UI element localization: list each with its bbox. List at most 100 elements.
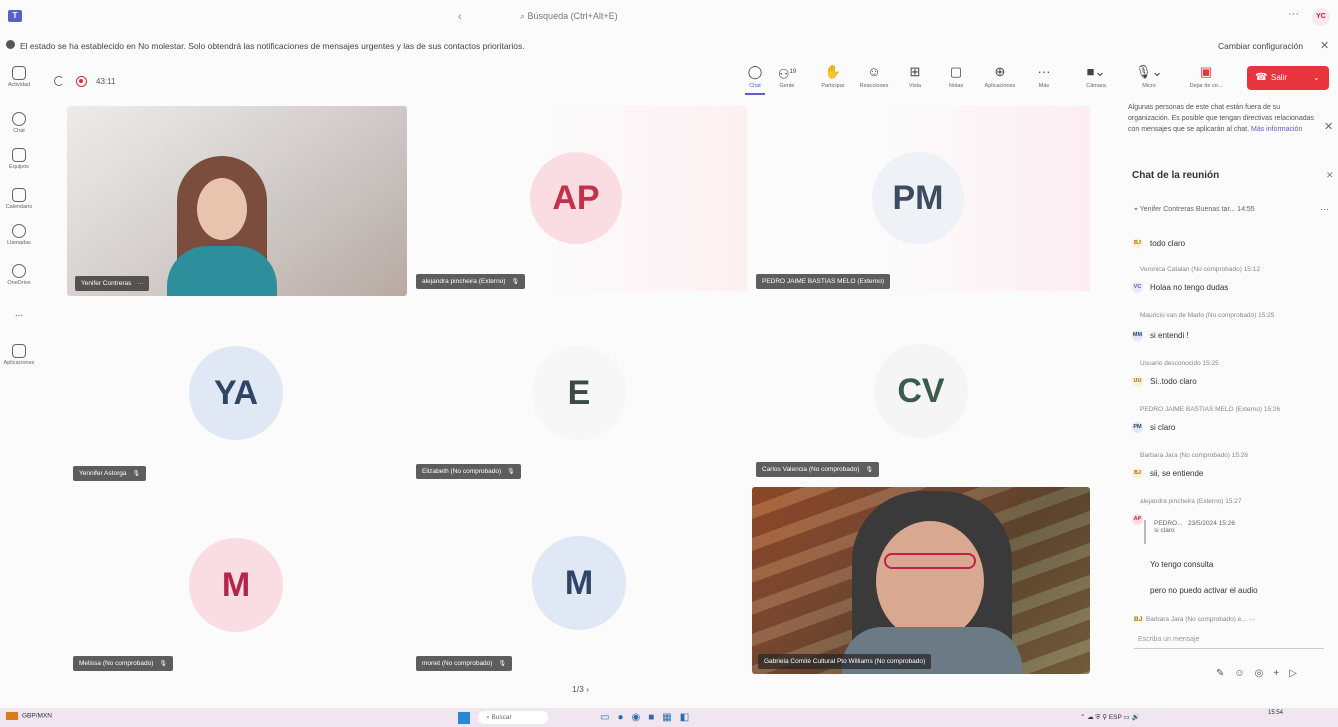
phone-hangup-icon: ☎ xyxy=(1255,72,1268,83)
gallery-pager[interactable]: 1/3 › xyxy=(572,684,589,694)
raise-hand-button[interactable]: ✋ Participar xyxy=(813,64,853,89)
avatar-initials: PM xyxy=(872,152,964,244)
video-tile[interactable]: Gabriela Comité Cultural Pto Williams (N… xyxy=(752,487,1090,674)
sticker-icon[interactable]: ◎ xyxy=(1255,668,1274,679)
message-meta: Barbara Jara (No comprobado) 15:26 xyxy=(1140,452,1249,459)
rail-item-calendar[interactable]: Calendario xyxy=(2,188,36,210)
rail-item-calls[interactable]: Llamadas xyxy=(2,224,36,246)
search-input[interactable]: ⌕ Búsqueda (Ctrl+Alt+E) xyxy=(520,11,618,22)
chat-message[interactable]: Si..todo claro xyxy=(1150,377,1197,386)
more-info-link[interactable]: Más información xyxy=(1251,126,1302,133)
mic-off-icon: 🎙 xyxy=(132,471,141,477)
notes-icon: ▢ xyxy=(949,64,963,79)
emoji-icon: ☺ xyxy=(867,64,881,79)
attach-icon[interactable]: + xyxy=(1273,668,1289,679)
avatar: UU xyxy=(1132,376,1143,387)
add-apps-icon xyxy=(12,344,26,358)
participant-tile[interactable]: CV Carlos Valencia (No comprobado) 🎙 xyxy=(752,298,1090,483)
refresh-icon[interactable] xyxy=(54,76,64,86)
view-button[interactable]: ⊞ Vista xyxy=(895,64,935,89)
stop-sharing-button[interactable]: ▣ Dejar de co... xyxy=(1186,64,1226,89)
rail-item-chat[interactable]: Chat xyxy=(2,112,36,134)
message-meta: PEDRO JAIME BASTIAS MELO (Externo) 15:26 xyxy=(1140,406,1281,413)
rail-item-more[interactable]: ... xyxy=(2,308,36,319)
chat-title: Chat de la reunión xyxy=(1132,170,1220,181)
notes-button[interactable]: ▢ Notas xyxy=(936,64,976,89)
clock[interactable]: 15:54 xyxy=(1268,709,1283,717)
camera-button[interactable]: ■⌄ Cámara xyxy=(1076,64,1116,89)
participant-tile[interactable]: YA Yennifer Astorga 🎙 xyxy=(67,298,407,483)
close-icon[interactable]: ✕ xyxy=(1320,39,1329,52)
reactions-button[interactable]: ☺ Reacciones xyxy=(854,64,894,89)
search-icon: ⌕ xyxy=(520,11,528,21)
share-icon: ▣ xyxy=(1199,64,1213,79)
avatar: VC xyxy=(1132,282,1143,293)
more-options-icon[interactable]: ··· xyxy=(1288,8,1299,20)
search-placeholder: Búsqueda (Ctrl+Alt+E) xyxy=(527,11,618,21)
teams-logo-icon: T xyxy=(8,10,22,22)
avatar-initials: M xyxy=(532,536,626,630)
add-icon: ⊕ xyxy=(994,64,1006,79)
chat-message[interactable]: sii, se entiende xyxy=(1150,469,1203,478)
avatar: MM xyxy=(1132,330,1143,341)
mic-off-icon: 🎙 xyxy=(507,469,515,475)
apps-button[interactable]: ⊕ Aplicaciones xyxy=(980,64,1020,89)
notification-bar: El estado se ha establecido en No molest… xyxy=(0,36,1338,56)
participant-tile[interactable]: M Melissa (No comprobado) 🎙 xyxy=(67,488,407,673)
change-settings-link[interactable]: Cambiar configuración xyxy=(1218,41,1303,51)
chat-message[interactable]: si claro xyxy=(1150,423,1175,432)
typing-indicator: BJ Barbara Jara (No comprobado) e... ··· xyxy=(1134,616,1256,623)
chat-message[interactable]: pero no puedo activar el audio xyxy=(1150,586,1258,595)
video-tile[interactable]: Yenifer Contreras ··· xyxy=(67,106,407,296)
pinned-apps[interactable]: ▭●◉■▦◧ xyxy=(600,712,697,723)
mic-button[interactable]: 🎙⌄ Micro xyxy=(1129,64,1169,89)
message-input[interactable]: Escriba un mensaje xyxy=(1138,636,1199,643)
participant-tile[interactable]: PM PEDRO JAIME BASTIAS MELO (Externo) xyxy=(752,106,1090,291)
participant-name-tag: alejandra pincheira (Externo) 🎙 xyxy=(416,274,526,289)
raise-hand-icon: ✋ xyxy=(824,64,842,79)
camera-icon: ■⌄ xyxy=(1086,64,1106,79)
close-chat-icon[interactable]: ✕ xyxy=(1326,170,1334,181)
back-arrow-icon[interactable]: ‹ xyxy=(458,11,462,23)
rail-item-apps[interactable]: Aplicaciones xyxy=(2,344,36,366)
leave-button[interactable]: ☎ Salir ⌄ xyxy=(1247,66,1329,90)
rail-item-teams[interactable]: Equipos xyxy=(2,148,36,170)
more-options-icon[interactable]: ··· xyxy=(1320,204,1329,214)
rail-item-onedrive[interactable]: OneDrive xyxy=(2,264,36,286)
more-button[interactable]: ··· Más xyxy=(1024,64,1064,89)
pinned-message[interactable]: ⌖ Yenifer Contreras Buenas tar... 14:55 xyxy=(1134,206,1255,214)
chat-icon xyxy=(12,112,26,126)
mic-off-icon: 🎙 xyxy=(159,661,168,667)
system-tray[interactable]: ⌃ ☁ ⛨ ⚲ ESP ▭ 🔊 xyxy=(1080,713,1140,722)
participant-name-tag: Elizabeth (No comprobado) 🎙 xyxy=(416,464,521,479)
close-icon[interactable]: ✕ xyxy=(1324,120,1333,133)
participant-tile[interactable]: AP alejandra pincheira (Externo) 🎙 xyxy=(412,106,747,291)
participant-tile[interactable]: M monet (No comprobado) 🎙 xyxy=(412,488,747,673)
emoji-icon[interactable]: ☺ xyxy=(1234,668,1254,679)
meeting-chat-panel: Algunas personas de este chat están fuer… xyxy=(1094,96,1338,708)
chat-message[interactable]: Holaa no tengo dudas xyxy=(1150,283,1228,292)
people-button[interactable]: ⚇19 Gente xyxy=(767,64,807,89)
format-icon[interactable]: ✎ xyxy=(1216,668,1234,679)
do-not-disturb-icon xyxy=(6,40,15,49)
input-underline xyxy=(1134,648,1324,649)
chart-icon xyxy=(6,712,18,720)
quoted-reply[interactable]: PEDRO... 23/5/2024 15:26 si claro xyxy=(1144,520,1294,544)
ticker-widget[interactable]: GBP/MXN xyxy=(6,712,52,720)
chat-message[interactable]: Yo tengo consulta xyxy=(1150,560,1213,569)
phone-icon xyxy=(12,224,26,238)
calendar-icon xyxy=(12,188,26,202)
chat-message[interactable]: si entendi ! xyxy=(1150,331,1189,340)
send-icon[interactable]: ▷ xyxy=(1289,668,1307,679)
taskbar-search[interactable]: ⌕ Buscar xyxy=(478,711,548,724)
rail-item-activity[interactable]: Actividad xyxy=(2,66,36,88)
avatar-initials: YA xyxy=(189,346,283,440)
mic-off-icon: 🎙 xyxy=(865,467,874,473)
chat-message[interactable]: todo claro xyxy=(1150,239,1185,248)
user-avatar[interactable]: YC xyxy=(1312,8,1330,26)
start-icon[interactable] xyxy=(458,712,470,724)
chevron-down-icon[interactable]: ⌄ xyxy=(1313,66,1320,90)
participant-tile[interactable]: E Elizabeth (No comprobado) 🎙 xyxy=(412,298,747,483)
glasses-icon xyxy=(884,553,976,569)
file-explorer-icon: ▭ xyxy=(600,712,618,723)
